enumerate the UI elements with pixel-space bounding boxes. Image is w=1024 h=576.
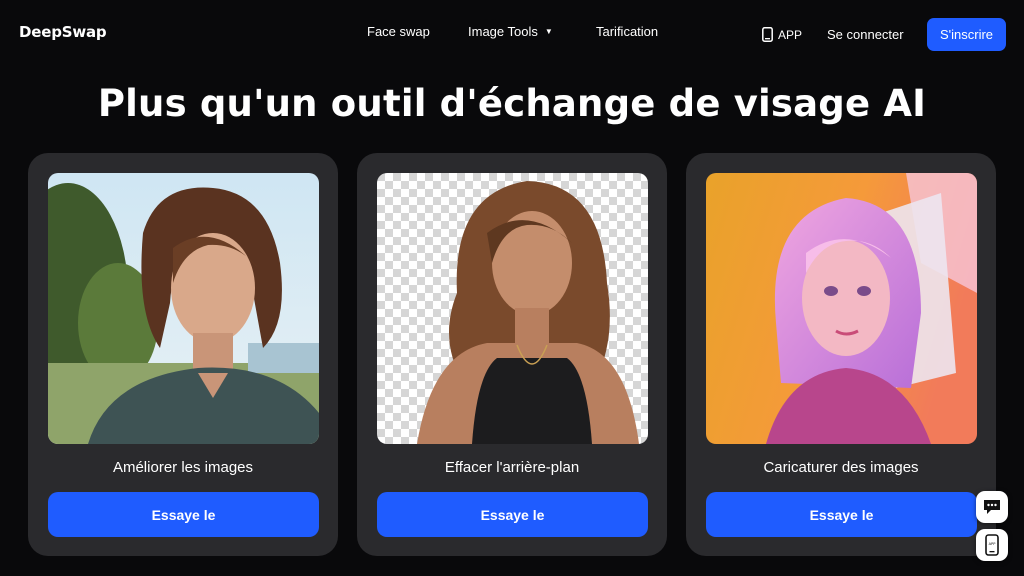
phone-icon [762,27,773,42]
floating-app-button[interactable]: APP [976,529,1008,561]
card-label-enhance: Améliorer les images [112,459,254,476]
login-link[interactable]: Se connecter [827,27,904,42]
deepswap-logo[interactable]: DeepSwap [19,23,107,41]
nav-face-swap[interactable]: Face swap [367,24,430,39]
try-cartoonize-button[interactable]: Essaye le [706,492,977,537]
chevron-down-icon: ▼ [544,27,553,36]
cartoonize-preview-image [706,173,977,444]
tool-card-remove-background: Effacer l'arrière-plan Essaye le [357,153,667,556]
enhance-preview-image [48,173,319,444]
app-download-link[interactable]: APP [762,27,802,42]
card-label-cartoonize: Caricaturer des images [763,459,919,476]
chat-bubble-icon [984,500,1000,514]
chat-support-button[interactable] [976,491,1008,523]
app-label: APP [778,27,803,42]
phone-icon: APP [985,534,999,556]
page-title: Plus qu'un outil d'échange de visage AI [97,82,927,125]
nav-pricing[interactable]: Tarification [596,24,658,39]
tool-card-enhance: Améliorer les images Essaye le [28,153,338,556]
nav-image-tools-label: Image Tools [468,24,538,39]
tool-card-cartoonize: Caricaturer des images Essaye le [686,153,996,556]
top-navigation: DeepSwap Face swap Image Tools ▼ Tarifica… [0,0,1024,68]
nav-image-tools[interactable]: Image Tools ▼ [468,24,553,39]
signup-button[interactable]: S'inscrire [927,18,1006,51]
card-label-remove-background: Effacer l'arrière-plan [444,459,580,476]
try-enhance-button[interactable]: Essaye le [48,492,319,537]
remove-background-preview-image [377,173,648,444]
floating-app-text: APP [989,542,997,546]
try-remove-background-button[interactable]: Essaye le [377,492,648,537]
